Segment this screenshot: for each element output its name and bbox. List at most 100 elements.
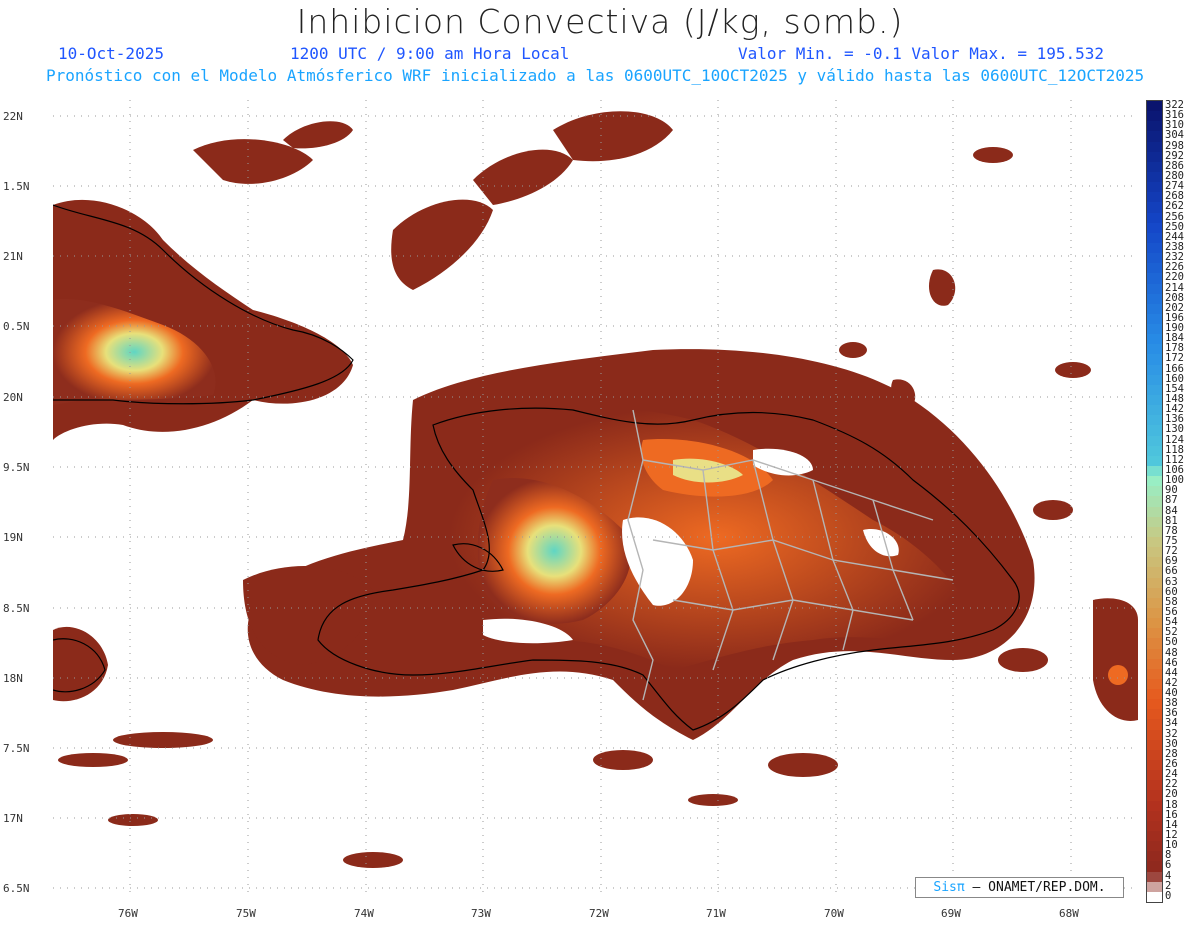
lon-label: 69W — [941, 907, 961, 920]
lat-label: 21N — [3, 250, 23, 263]
colorbar-segment — [1147, 689, 1162, 700]
colorbar-label: 220 — [1165, 271, 1184, 284]
colorbar-label: 214 — [1165, 281, 1184, 294]
colorbar-segment — [1147, 820, 1162, 832]
colorbar-label: 0 — [1165, 889, 1172, 902]
colorbar-segment — [1147, 455, 1162, 467]
colorbar-segment — [1147, 263, 1162, 274]
colorbar-segment — [1147, 273, 1162, 284]
colorbar-segment — [1147, 760, 1162, 771]
lon-label: 68W — [1059, 907, 1079, 920]
colorbar-segment — [1147, 344, 1162, 355]
colorbar-segment — [1147, 668, 1162, 680]
colorbar-segment — [1147, 232, 1162, 244]
colorbar-label: 87 — [1165, 494, 1178, 507]
lat-label: 0.5N — [3, 320, 30, 333]
colorbar-segment — [1147, 749, 1162, 761]
colorbar-segment — [1147, 739, 1162, 751]
colorbar-segment — [1147, 354, 1162, 366]
forecast-time: 1200 UTC / 9:00 am Hora Local — [290, 44, 570, 63]
colorbar-segment — [1147, 253, 1162, 264]
colorbar-segment — [1147, 486, 1162, 497]
lat-label: 9.5N — [3, 461, 30, 474]
puerto-rico-cin — [1093, 598, 1138, 721]
colorbar-segment — [1147, 334, 1162, 345]
lon-label: 72W — [589, 907, 609, 920]
colorbar-segment — [1147, 182, 1162, 193]
colorbar-segment — [1147, 547, 1162, 558]
colorbar-segment — [1147, 425, 1162, 437]
colorbar-segment — [1147, 303, 1162, 315]
colorbar-segment — [1147, 597, 1162, 609]
colorbar-segment — [1147, 395, 1162, 406]
lat-label: 22N — [3, 110, 23, 123]
colorbar-segment — [1147, 871, 1162, 883]
colorbar-segment — [1147, 881, 1162, 893]
colorbar-segment — [1147, 526, 1162, 538]
sispi-logo: Sisπ — [933, 880, 965, 895]
colorbar-segment — [1147, 466, 1162, 477]
colorbar-segment — [1147, 577, 1162, 589]
colorbar-segment — [1147, 709, 1162, 720]
colorbar-segment — [1147, 141, 1162, 153]
lon-label: 75W — [236, 907, 256, 920]
colorbar-segment — [1147, 506, 1162, 518]
colorbar-segment — [1147, 638, 1162, 649]
colorbar-segment — [1147, 658, 1162, 670]
colorbar-label: 20 — [1165, 788, 1178, 801]
lat-label: 17N — [3, 812, 23, 825]
min-max-values: Valor Min. = -0.1 Valor Max. = 195.532 — [738, 44, 1105, 63]
colorbar-segment — [1147, 648, 1162, 660]
colorbar-label: 262 — [1165, 200, 1184, 213]
lon-label: 74W — [354, 907, 374, 920]
colorbar-segment — [1147, 364, 1162, 376]
colorbar-segment — [1147, 405, 1162, 416]
colorbar-segment — [1147, 770, 1162, 781]
credit-box: Sisπ – ONAMET/REP.DOM. — [915, 877, 1124, 898]
colorbar-segment — [1147, 800, 1162, 812]
colorbar-segment — [1147, 445, 1162, 457]
colorbar-label: 66 — [1165, 565, 1178, 578]
colorbar-segment — [1147, 729, 1162, 741]
colorbar-segment — [1147, 536, 1162, 548]
colorbar-segment — [1147, 628, 1162, 639]
colorbar-segment — [1147, 293, 1162, 305]
lat-label: 20N — [3, 391, 23, 404]
colorbar — [1146, 100, 1163, 903]
colorbar-label: 34 — [1165, 717, 1178, 730]
colorbar-segment — [1147, 171, 1162, 183]
colorbar-segment — [1147, 831, 1162, 842]
colorbar-segment — [1147, 111, 1162, 122]
colorbar-segment — [1147, 151, 1162, 163]
colorbar-segment — [1147, 678, 1162, 690]
colorbar-segment — [1147, 567, 1162, 579]
colorbar-segment — [1147, 101, 1162, 112]
colorbar-segment — [1147, 861, 1162, 873]
colorbar-segment — [1147, 891, 1162, 903]
colorbar-segment — [1147, 780, 1162, 791]
lat-label: 7.5N — [3, 742, 30, 755]
colorbar-segment — [1147, 212, 1162, 224]
colorbar-segment — [1147, 202, 1162, 214]
colorbar-segment — [1147, 557, 1162, 568]
colorbar-segment — [1147, 476, 1162, 487]
forecast-description: Pronóstico con el Modelo Atmósferico WRF… — [46, 66, 1145, 85]
colorbar-segment — [1147, 161, 1162, 173]
colorbar-segment — [1147, 374, 1162, 386]
colorbar-segment — [1147, 699, 1162, 710]
colorbar-segment — [1147, 415, 1162, 426]
colorbar-segment — [1147, 851, 1162, 862]
lon-label: 71W — [706, 907, 726, 920]
colorbar-segment — [1147, 516, 1162, 528]
colorbar-segment — [1147, 496, 1162, 508]
colorbar-segment — [1147, 242, 1162, 254]
colorbar-segment — [1147, 790, 1162, 802]
colorbar-label: 172 — [1165, 352, 1184, 365]
colorbar-segment — [1147, 810, 1162, 822]
colorbar-segment — [1147, 313, 1162, 325]
colorbar-segment — [1147, 587, 1162, 599]
lat-label: 6.5N — [3, 882, 30, 895]
colorbar-segment — [1147, 192, 1162, 203]
credit-text: – ONAMET/REP.DOM. — [972, 880, 1106, 895]
colorbar-label: 6 — [1165, 859, 1172, 872]
